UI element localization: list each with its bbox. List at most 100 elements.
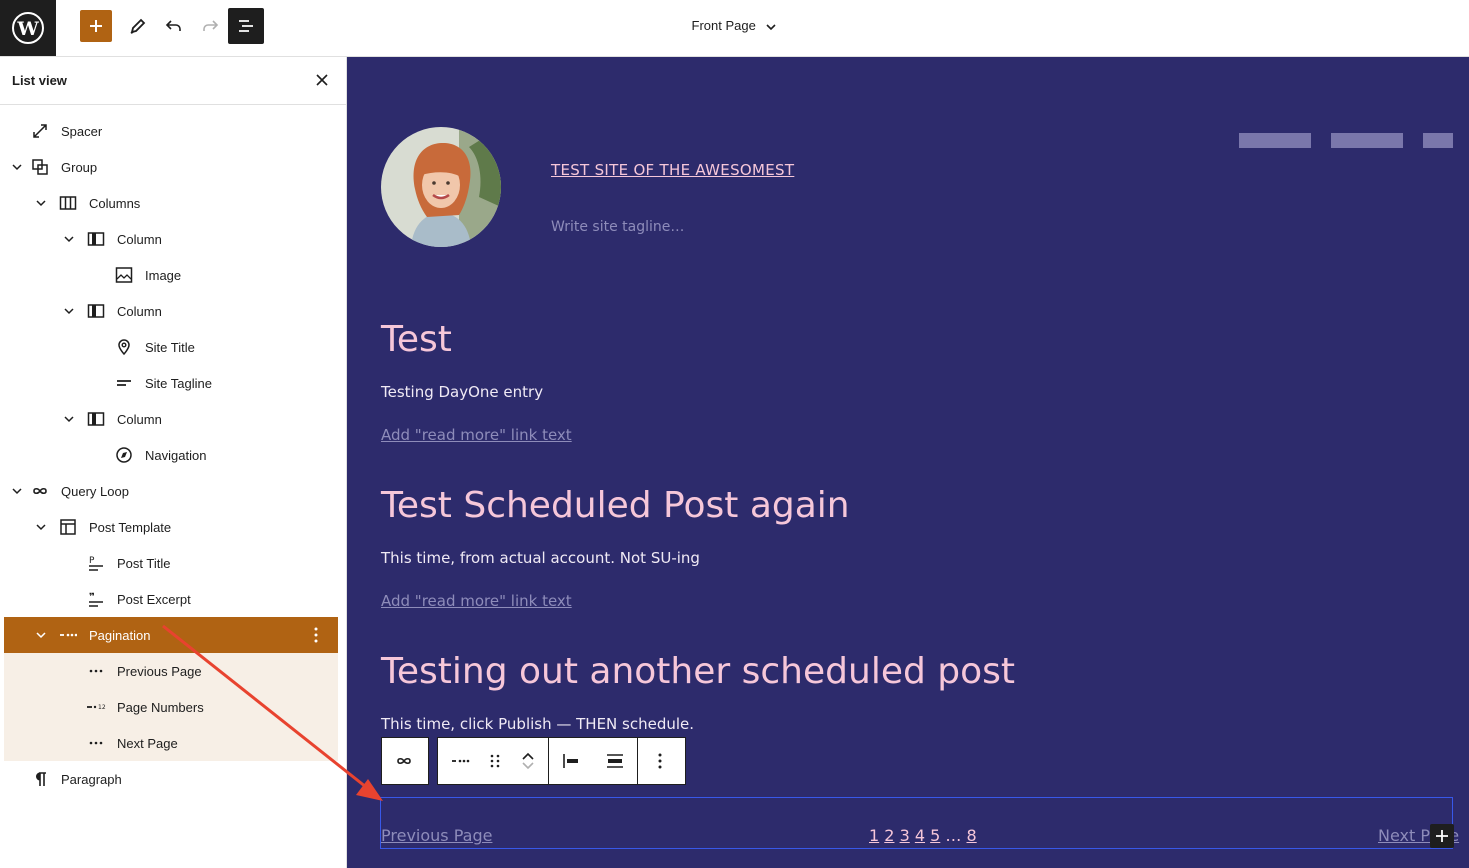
svg-text:12: 12: [98, 704, 106, 711]
more-options-button[interactable]: [638, 738, 682, 784]
post-title[interactable]: Test Scheduled Post again: [381, 485, 850, 526]
tree-item-navigation[interactable]: Navigation: [4, 437, 338, 473]
tree-item-site-title[interactable]: Site Title: [4, 329, 338, 365]
tree-item-label: Previous Page: [117, 664, 202, 679]
post-excerpt-icon: ❞: [86, 589, 106, 609]
plus-icon: [1436, 830, 1448, 842]
tree-item-previous-page[interactable]: Previous Page: [4, 653, 338, 689]
tree-item-pagination[interactable]: Pagination: [4, 617, 338, 653]
tree-item-label: Site Title: [145, 340, 195, 355]
drag-handle[interactable]: [482, 738, 508, 784]
portrait-photo: [381, 127, 501, 247]
chevron-down-icon[interactable]: [11, 485, 23, 497]
tree-item-column[interactable]: Column: [4, 221, 338, 257]
group-icon: [30, 157, 50, 177]
chevron-down-icon[interactable]: [35, 197, 47, 209]
navigation-placeholder-item[interactable]: [1239, 133, 1311, 148]
tree-item-query-loop[interactable]: Query Loop: [4, 473, 338, 509]
tree-item-label: Column: [117, 304, 162, 319]
tree-item-label: Column: [117, 232, 162, 247]
navigation-placeholder-item[interactable]: [1423, 133, 1453, 148]
move-up-down-buttons[interactable]: [508, 738, 548, 784]
tree-item-spacer[interactable]: Spacer: [4, 113, 338, 149]
read-more-link[interactable]: Add "read more" link text: [381, 592, 572, 610]
select-parent-button[interactable]: [382, 738, 426, 784]
chevron-down-icon[interactable]: [11, 161, 23, 173]
tree-item-label: Next Page: [117, 736, 178, 751]
chevron-down-icon[interactable]: [521, 761, 535, 771]
post-excerpt[interactable]: Testing DayOne entry: [381, 383, 543, 401]
chevron-up-icon[interactable]: [521, 751, 535, 761]
tagline-icon: [114, 373, 134, 393]
tree-item-label: Query Loop: [61, 484, 129, 499]
close-icon[interactable]: [314, 72, 330, 88]
tree-item-columns[interactable]: Columns: [4, 185, 338, 221]
document-title-dropdown[interactable]: Front Page: [0, 18, 1469, 33]
chevron-down-icon[interactable]: [35, 521, 47, 533]
page-number-link[interactable]: 5: [930, 826, 940, 845]
map-marker-icon: [114, 337, 134, 357]
block-toolbar: [437, 737, 686, 785]
page-number-link[interactable]: 3: [900, 826, 910, 845]
pagination-next-icon: [86, 733, 106, 753]
chevron-down-icon[interactable]: [35, 629, 47, 641]
tree-item-post-title[interactable]: P Post Title: [4, 545, 338, 581]
block-parent-selector[interactable]: [381, 737, 429, 785]
columns-icon: [58, 193, 78, 213]
tree-item-image[interactable]: Image: [4, 257, 338, 293]
page-number-link[interactable]: 2: [884, 826, 894, 845]
post-title[interactable]: Test: [381, 319, 452, 360]
tree-item-column[interactable]: Column: [4, 293, 338, 329]
column-icon: [86, 229, 106, 249]
page-number-link[interactable]: 4: [915, 826, 925, 845]
justify-space-between-button[interactable]: [593, 738, 637, 784]
tree-item-label: Group: [61, 160, 98, 175]
tree-item-label: Post Excerpt: [117, 592, 191, 607]
tree-item-label: Image: [145, 268, 182, 283]
block-type-button[interactable]: [438, 738, 482, 784]
tree-item-post-template[interactable]: Post Template: [4, 509, 338, 545]
tree-item-group[interactable]: Group: [4, 149, 338, 185]
chevron-down-icon[interactable]: [63, 233, 75, 245]
add-block-button[interactable]: [1430, 824, 1454, 848]
tree-item-page-numbers[interactable]: 12 Page Numbers: [4, 689, 338, 725]
pagination-block[interactable]: Previous Page 1 2 3 4 5 … 8 Next Page: [380, 797, 1459, 849]
tree-item-column[interactable]: Column: [4, 401, 338, 437]
editor-canvas[interactable]: TEST SITE OF THE AWESOMEST Write site ta…: [347, 57, 1469, 868]
page-number-link[interactable]: 1: [869, 826, 879, 845]
navigation-placeholder-item[interactable]: [1331, 133, 1403, 148]
loop-icon: [30, 481, 50, 501]
tree-item-site-tagline[interactable]: Site Tagline: [4, 365, 338, 401]
page-number-link[interactable]: 8: [967, 826, 977, 845]
tree-item-paragraph[interactable]: Paragraph: [4, 761, 338, 797]
post-excerpt[interactable]: This time, click Publish — THEN schedule…: [381, 715, 694, 733]
tree-item-label: Columns: [89, 196, 141, 211]
tree-item-label: Page Numbers: [117, 700, 204, 715]
justify-left-button[interactable]: [549, 738, 593, 784]
svg-text:P: P: [89, 556, 95, 566]
pagination-previous-icon: [86, 661, 106, 681]
column-icon: [86, 301, 106, 321]
tree-item-label: Post Title: [117, 556, 171, 571]
site-title-link[interactable]: TEST SITE OF THE AWESOMEST: [551, 161, 794, 179]
tree-item-next-page[interactable]: Next Page: [4, 725, 338, 761]
chevron-down-icon[interactable]: [63, 413, 75, 425]
read-more-link[interactable]: Add "read more" link text: [381, 426, 572, 444]
previous-page-link[interactable]: Previous Page: [381, 826, 492, 845]
tree-item-post-excerpt[interactable]: ❞ Post Excerpt: [4, 581, 338, 617]
editor-top-bar: W Front Page: [0, 0, 1469, 57]
list-view-header: List view: [0, 57, 346, 105]
chevron-down-icon: [766, 23, 777, 30]
site-logo-image[interactable]: [381, 127, 501, 247]
justify-space-between-icon: [607, 754, 623, 768]
post-title[interactable]: Testing out another scheduled post: [381, 651, 1015, 692]
tree-item-label: Post Template: [89, 520, 172, 535]
post-excerpt[interactable]: This time, from actual account. Not SU-i…: [381, 549, 700, 567]
chevron-down-icon[interactable]: [63, 305, 75, 317]
tree-item-label: Navigation: [145, 448, 207, 463]
compass-icon: [114, 445, 134, 465]
list-view-title: List view: [12, 73, 67, 88]
more-options-icon[interactable]: [306, 625, 326, 645]
tree-item-label: Spacer: [61, 124, 103, 139]
site-tagline-placeholder[interactable]: Write site tagline…: [551, 219, 684, 235]
